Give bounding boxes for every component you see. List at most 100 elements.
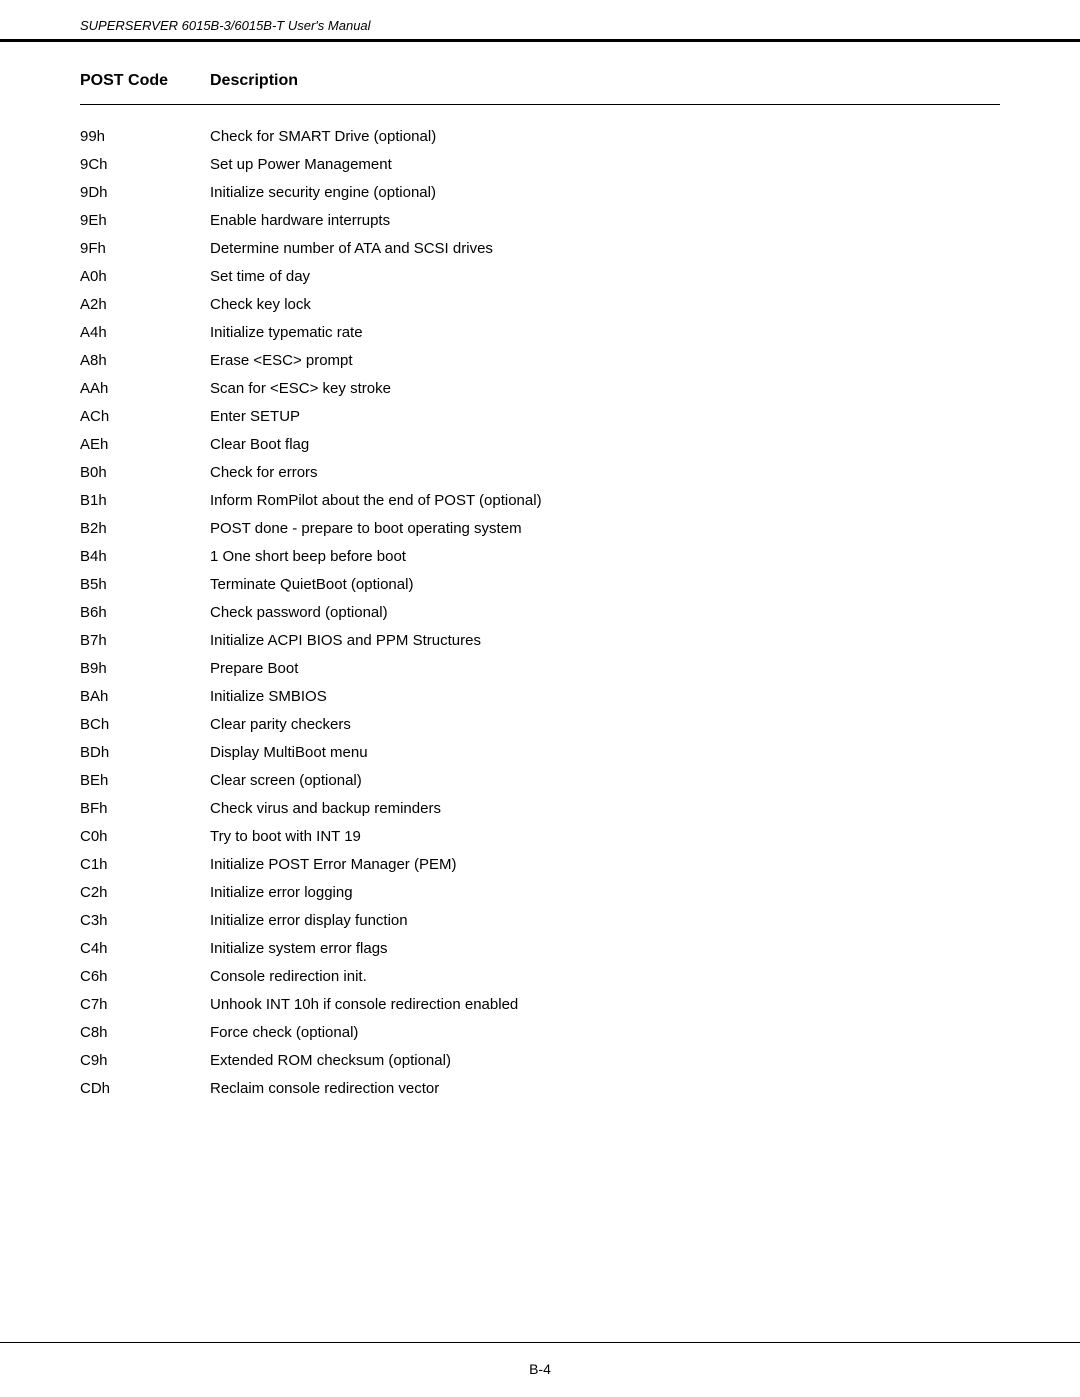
table-row: BChClear parity checkers — [80, 713, 1000, 737]
header-title: SUPERSERVER 6015B-3/6015B-T User's Manua… — [80, 18, 1000, 33]
post-desc-cell: Check password (optional) — [210, 601, 388, 625]
post-desc-cell: Clear Boot flag — [210, 433, 309, 457]
post-desc-cell: Try to boot with INT 19 — [210, 825, 361, 849]
post-code-cell: BFh — [80, 797, 210, 821]
table-row: BEhClear screen (optional) — [80, 769, 1000, 793]
post-code-cell: 9Dh — [80, 181, 210, 205]
post-code-cell: A2h — [80, 293, 210, 317]
post-desc-cell: Force check (optional) — [210, 1021, 358, 1045]
table-row: AAhScan for <ESC> key stroke — [80, 377, 1000, 401]
post-desc-cell: Clear parity checkers — [210, 713, 351, 737]
post-desc-cell: Initialize security engine (optional) — [210, 181, 436, 205]
post-code-cell: C4h — [80, 937, 210, 961]
post-desc-cell: Set up Power Management — [210, 153, 392, 177]
table-divider — [80, 104, 1000, 105]
post-code-cell: A4h — [80, 321, 210, 345]
post-desc-cell: Terminate QuietBoot (optional) — [210, 573, 413, 597]
post-desc-cell: Check for errors — [210, 461, 318, 485]
table-header: POST Code Description — [80, 72, 1000, 90]
post-desc-cell: POST done - prepare to boot operating sy… — [210, 517, 522, 541]
post-desc-cell: Unhook INT 10h if console redirection en… — [210, 993, 518, 1017]
post-desc-cell: Enter SETUP — [210, 405, 300, 429]
post-code-cell: C8h — [80, 1021, 210, 1045]
table-row: C7hUnhook INT 10h if console redirection… — [80, 993, 1000, 1017]
post-desc-cell: 1 One short beep before boot — [210, 545, 406, 569]
post-desc-cell: Initialize SMBIOS — [210, 685, 327, 709]
table-row: B1hInform RomPilot about the end of POST… — [80, 489, 1000, 513]
post-code-cell: B2h — [80, 517, 210, 541]
post-code-cell: B0h — [80, 461, 210, 485]
post-code-cell: C9h — [80, 1049, 210, 1073]
page-footer: B-4 — [0, 1342, 1080, 1397]
table-row: B6hCheck password (optional) — [80, 601, 1000, 625]
post-code-cell: C6h — [80, 965, 210, 989]
post-desc-cell: Initialize system error flags — [210, 937, 388, 961]
post-desc-cell: Console redirection init. — [210, 965, 367, 989]
post-code-cell: B4h — [80, 545, 210, 569]
post-desc-cell: Extended ROM checksum (optional) — [210, 1049, 451, 1073]
post-code-cell: B9h — [80, 657, 210, 681]
post-desc-cell: Initialize typematic rate — [210, 321, 363, 345]
post-desc-cell: Check key lock — [210, 293, 311, 317]
table-row: 99hCheck for SMART Drive (optional) — [80, 125, 1000, 149]
post-desc-cell: Initialize ACPI BIOS and PPM Structures — [210, 629, 481, 653]
table-row: C6hConsole redirection init. — [80, 965, 1000, 989]
table-row: 9EhEnable hardware interrupts — [80, 209, 1000, 233]
post-code-cell: 9Ch — [80, 153, 210, 177]
post-desc-cell: Determine number of ATA and SCSI drives — [210, 237, 493, 261]
page-number: B-4 — [80, 1361, 1000, 1377]
post-desc-cell: Scan for <ESC> key stroke — [210, 377, 391, 401]
post-code-cell: B6h — [80, 601, 210, 625]
main-content: POST Code Description 99hCheck for SMART… — [0, 42, 1080, 1342]
table-row: B9hPrepare Boot — [80, 657, 1000, 681]
post-code-cell: BDh — [80, 741, 210, 765]
table-row: BDhDisplay MultiBoot menu — [80, 741, 1000, 765]
post-code-cell: BCh — [80, 713, 210, 737]
table-row: A0hSet time of day — [80, 265, 1000, 289]
page-container: SUPERSERVER 6015B-3/6015B-T User's Manua… — [0, 0, 1080, 1397]
post-desc-cell: Initialize POST Error Manager (PEM) — [210, 853, 456, 877]
table-row: 9DhInitialize security engine (optional) — [80, 181, 1000, 205]
table-row: C9hExtended ROM checksum (optional) — [80, 1049, 1000, 1073]
table-row: B5hTerminate QuietBoot (optional) — [80, 573, 1000, 597]
table-row: AEhClear Boot flag — [80, 433, 1000, 457]
table-row: C0hTry to boot with INT 19 — [80, 825, 1000, 849]
post-desc-cell: Display MultiBoot menu — [210, 741, 368, 765]
table-row: CDhReclaim console redirection vector — [80, 1077, 1000, 1101]
post-desc-cell: Initialize error display function — [210, 909, 408, 933]
post-code-cell: 9Fh — [80, 237, 210, 261]
table-row: 9FhDetermine number of ATA and SCSI driv… — [80, 237, 1000, 261]
table-row: BFhCheck virus and backup reminders — [80, 797, 1000, 821]
post-code-cell: AAh — [80, 377, 210, 401]
post-desc-cell: Set time of day — [210, 265, 310, 289]
post-desc-cell: Check for SMART Drive (optional) — [210, 125, 436, 149]
post-code-cell: C2h — [80, 881, 210, 905]
post-code-cell: 9Eh — [80, 209, 210, 233]
post-code-cell: ACh — [80, 405, 210, 429]
table-row: BAhInitialize SMBIOS — [80, 685, 1000, 709]
table-row: C2hInitialize error logging — [80, 881, 1000, 905]
table-row: A2hCheck key lock — [80, 293, 1000, 317]
post-desc-cell: Inform RomPilot about the end of POST (o… — [210, 489, 542, 513]
post-code-cell: C3h — [80, 909, 210, 933]
post-desc-cell: Prepare Boot — [210, 657, 298, 681]
post-code-cell: 99h — [80, 125, 210, 149]
col-code-header: POST Code — [80, 72, 210, 90]
col-desc-header: Description — [210, 72, 298, 90]
table-row: C4hInitialize system error flags — [80, 937, 1000, 961]
table-row: C1hInitialize POST Error Manager (PEM) — [80, 853, 1000, 877]
post-desc-cell: Check virus and backup reminders — [210, 797, 441, 821]
page-header: SUPERSERVER 6015B-3/6015B-T User's Manua… — [0, 0, 1080, 42]
table-row: 9ChSet up Power Management — [80, 153, 1000, 177]
table-row: AChEnter SETUP — [80, 405, 1000, 429]
post-code-cell: B7h — [80, 629, 210, 653]
table-row: B2hPOST done - prepare to boot operating… — [80, 517, 1000, 541]
table-body: 99hCheck for SMART Drive (optional)9ChSe… — [80, 125, 1000, 1101]
post-code-cell: B5h — [80, 573, 210, 597]
post-code-cell: A0h — [80, 265, 210, 289]
post-desc-cell: Enable hardware interrupts — [210, 209, 390, 233]
post-code-cell: AEh — [80, 433, 210, 457]
post-desc-cell: Clear screen (optional) — [210, 769, 362, 793]
table-row: C3hInitialize error display function — [80, 909, 1000, 933]
post-code-cell: BAh — [80, 685, 210, 709]
